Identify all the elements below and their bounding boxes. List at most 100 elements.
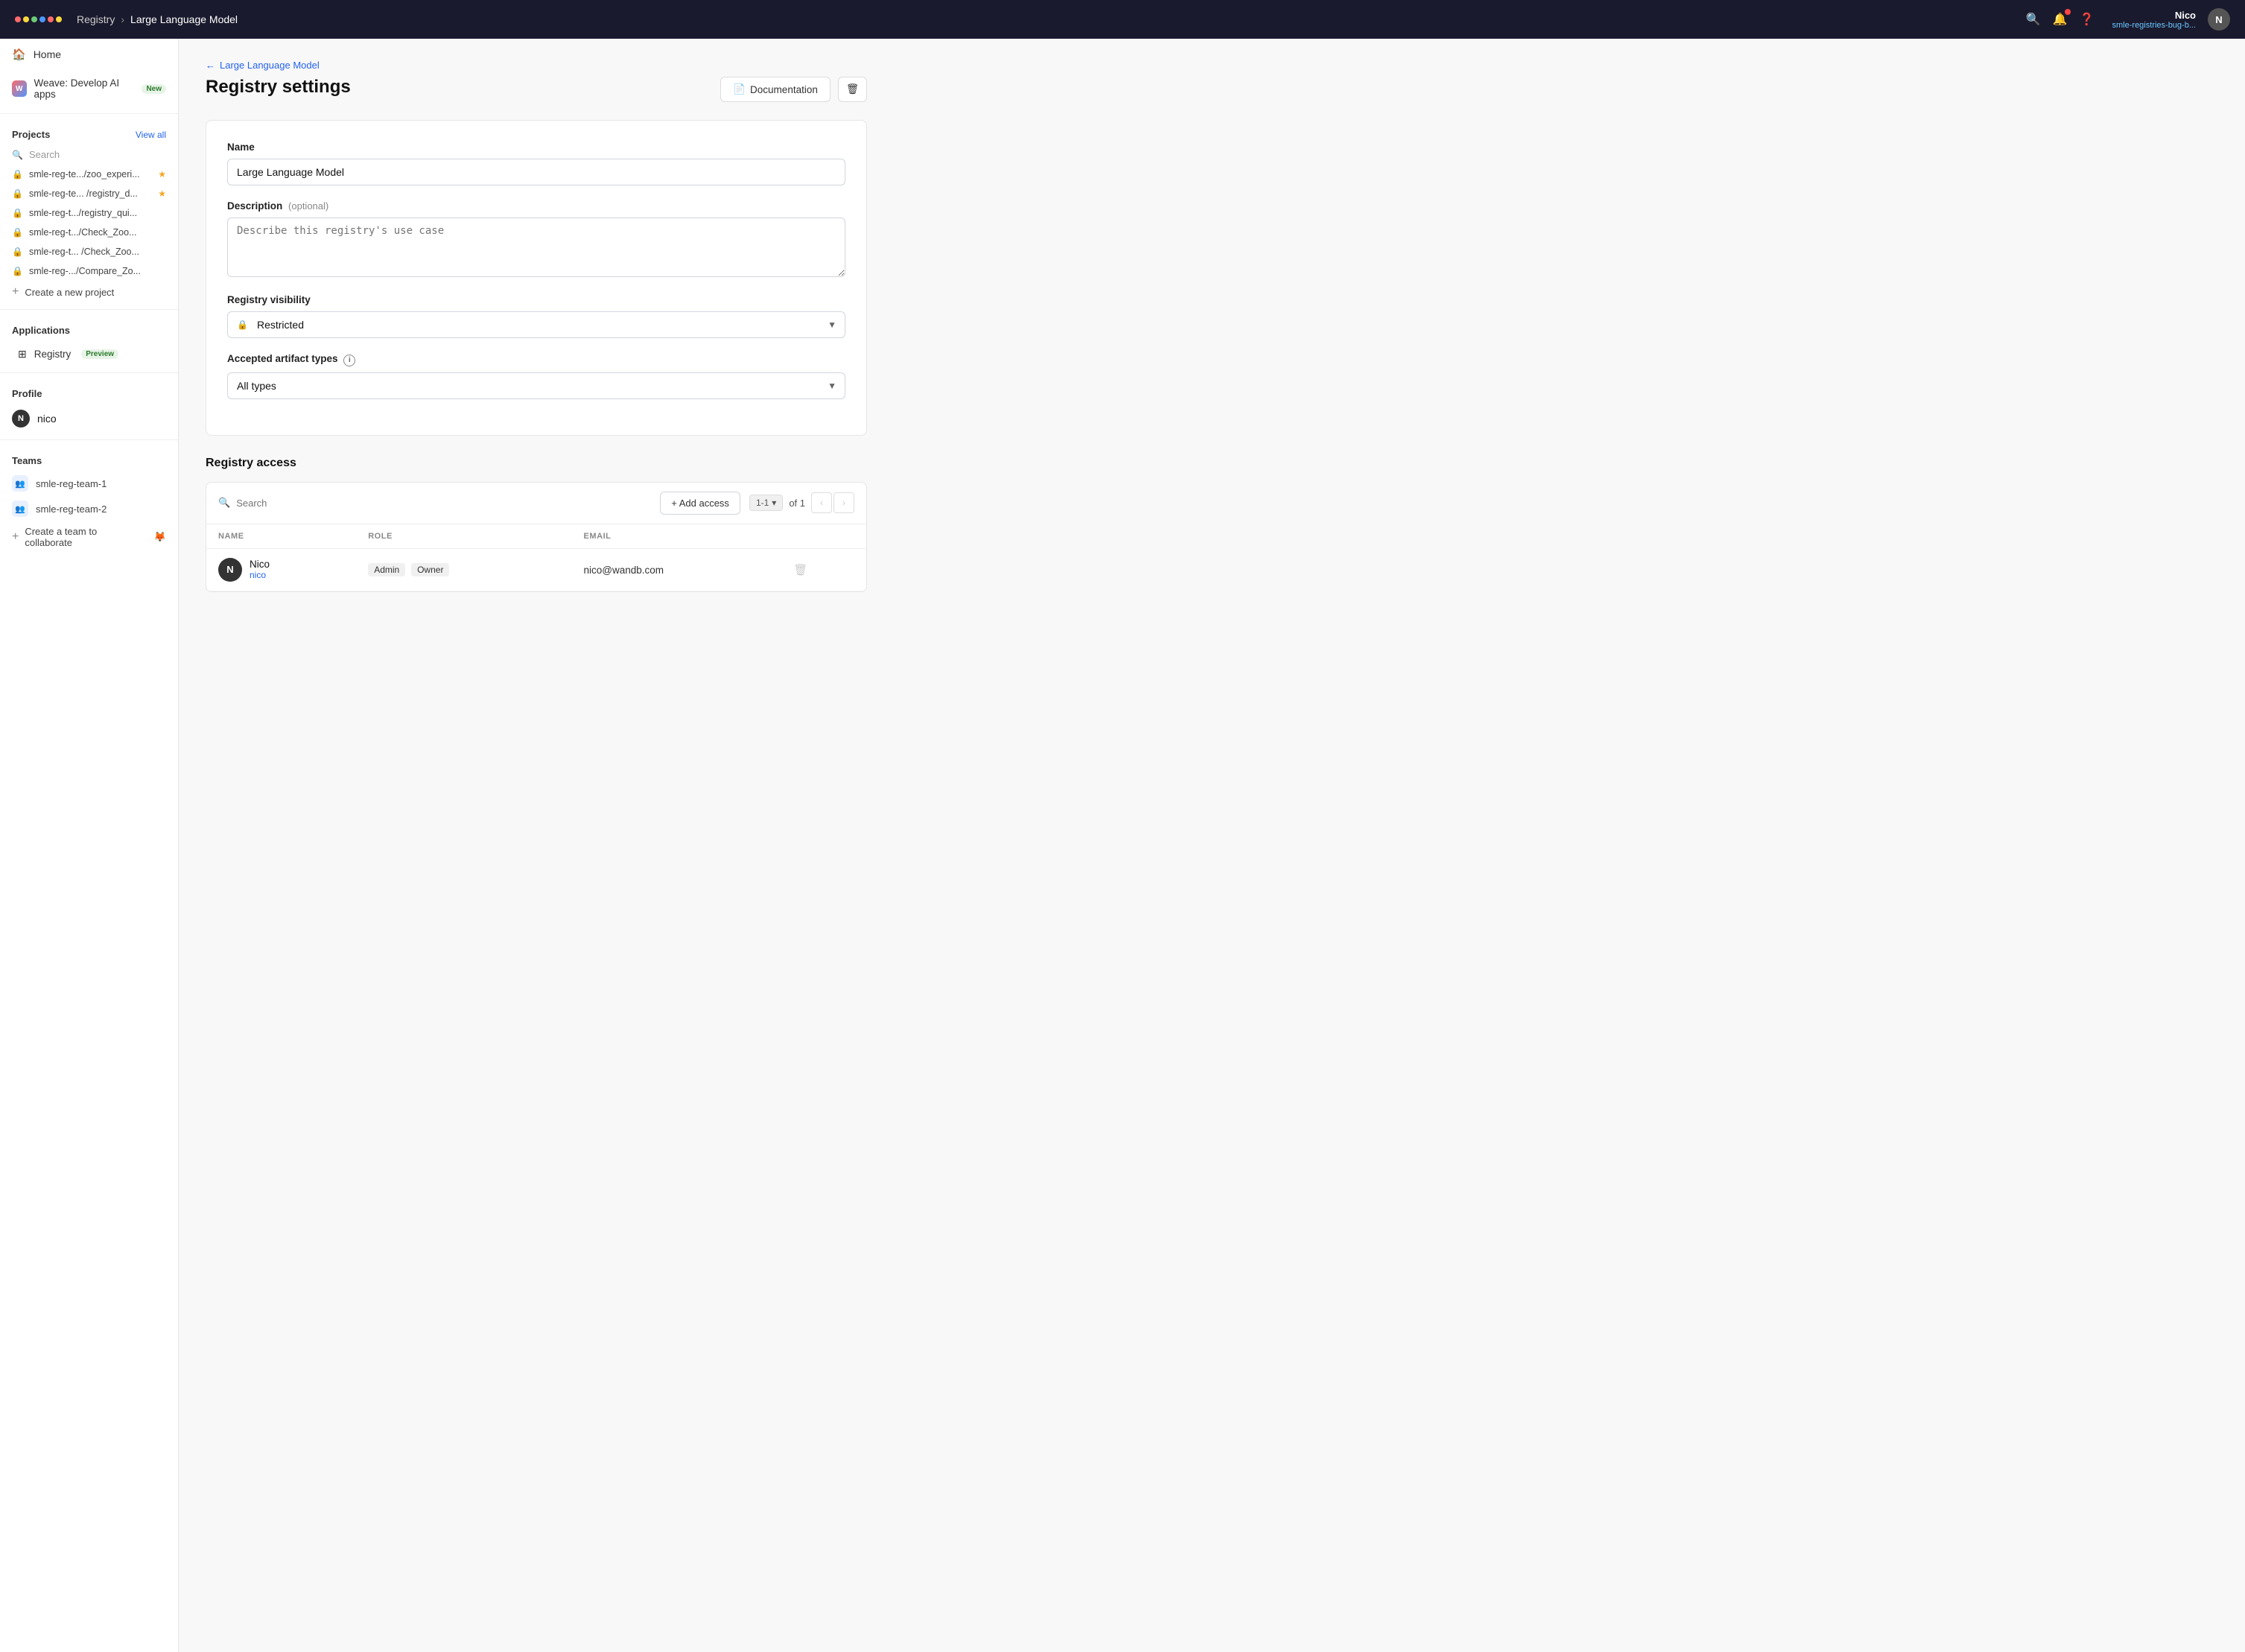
sidebar-item-registry[interactable]: ⊞ Registry Preview [6,342,172,366]
registry-badge: Preview [81,349,118,359]
table-row: N Nico nico Admin Owner [206,548,866,591]
team-name-1: smle-reg-team-1 [36,478,107,489]
breadcrumb-separator: › [121,13,124,25]
artifact-types-info-icon[interactable]: i [343,355,355,366]
delete-row-button[interactable]: 🗑 [790,560,810,579]
home-icon: 🏠 [12,48,26,61]
weave-badge: New [142,84,166,94]
create-plus-icon: + [12,285,19,299]
project-item-1[interactable]: 🔒 smle-reg-te.../zoo_experi... ★ [0,165,178,184]
project-name-6: smle-reg-.../Compare_Zo... [29,266,166,276]
col-header-name: NAME [206,524,356,549]
access-table: NAME ROLE EMAIL N Ni [206,524,866,591]
access-search-input[interactable] [236,498,651,509]
lock-icon-5: 🔒 [12,247,23,257]
project-item-6[interactable]: 🔒 smle-reg-.../Compare_Zo... [0,261,178,281]
project-name-5: smle-reg-t... /Check_Zoo... [29,247,166,257]
registry-icon: ⊞ [18,348,27,360]
weave-label: Weave: Develop AI apps [34,77,132,100]
user-avatar[interactable]: N [2208,8,2230,31]
documentation-button[interactable]: 📄 Documentation [720,77,831,102]
create-team-emoji: 🦊 [154,531,166,543]
project-name-3: smle-reg-t.../registry_qui... [29,208,166,218]
description-optional: (optional) [288,200,328,212]
topnav: Registry › Large Language Model 🔍 🔔 ❓ Ni… [0,0,2245,39]
pagination-prev-button[interactable]: ‹ [811,492,832,513]
user-handle[interactable]: nico [250,570,270,580]
projects-section-header: Projects View all [0,120,178,144]
search-projects-placeholder: Search [29,149,60,160]
access-card: 🔍 + Add access 1-1 ▾ of 1 ‹ [206,482,867,592]
role-badge-admin: Admin [368,563,405,576]
search-icon[interactable]: 🔍 [2026,12,2041,27]
actions-cell: 🗑 [778,548,866,591]
access-search-icon: 🔍 [218,497,230,509]
add-access-label: + Add access [671,498,729,509]
back-label: Large Language Model [220,60,320,71]
artifact-types-label: Accepted artifact types i [227,353,845,366]
project-item-2[interactable]: 🔒 smle-reg-te... /registry_d... ★ [0,184,178,203]
weave-icon: W [12,80,27,97]
profile-label: Profile [12,388,42,399]
back-arrow-icon: ← [206,60,215,71]
access-toolbar: 🔍 + Add access 1-1 ▾ of 1 ‹ [206,483,866,524]
sidebar-item-weave[interactable]: W Weave: Develop AI apps New [0,70,178,107]
description-label: Description (optional) [227,200,845,212]
visibility-label: Registry visibility [227,294,845,305]
user-info: Nico smle-registries-bug-b... [2112,10,2196,30]
name-label: Name [227,142,845,153]
pagination-nav: ‹ › [811,492,854,513]
projects-label: Projects [12,129,50,140]
artifact-types-select[interactable]: All types [227,372,845,399]
profile-user-item[interactable]: N nico [0,404,178,433]
page-header: Registry settings 📄 Documentation 🗑 [206,77,867,102]
team-item-1[interactable]: 👥 smle-reg-team-1 [0,471,178,496]
add-access-button[interactable]: + Add access [660,492,740,515]
visibility-field-group: Registry visibility 🔒 Restricted ▼ [227,294,845,338]
project-item-3[interactable]: 🔒 smle-reg-t.../registry_qui... [0,203,178,223]
lock-icon-4: 🔒 [12,227,23,238]
registry-label: Registry [34,349,72,360]
create-team-link[interactable]: + Create a team to collaborate 🦊 [0,521,178,553]
team-item-2[interactable]: 👥 smle-reg-team-2 [0,496,178,521]
lock-icon-1: 🔒 [12,169,23,180]
artifact-types-field-group: Accepted artifact types i All types ▼ [227,353,845,399]
name-input[interactable] [227,159,845,185]
create-project-link[interactable]: + Create a new project [0,281,178,303]
sidebar-item-home[interactable]: 🏠 Home [0,39,178,70]
topnav-icons: 🔍 🔔 ❓ Nico smle-registries-bug-b... N [2026,8,2230,31]
description-input[interactable] [227,217,845,277]
settings-card: Name Description (optional) Registry vis… [206,120,867,436]
pagination-range[interactable]: 1-1 ▾ [749,495,783,511]
pagination-next-button[interactable]: › [833,492,854,513]
name-field-group: Name [227,142,845,185]
project-item-5[interactable]: 🔒 smle-reg-t... /Check_Zoo... [0,242,178,261]
documentation-icon: 📄 [733,83,746,95]
create-team-plus-icon: + [12,530,19,544]
back-link[interactable]: ← Large Language Model [206,60,867,71]
search-projects[interactable]: 🔍 Search [0,144,178,165]
breadcrumb-parent[interactable]: Registry [77,13,115,25]
notification-dot [2065,9,2071,15]
project-name-1: smle-reg-te.../zoo_experi... [29,169,152,180]
visibility-select[interactable]: 🔒 Restricted [227,311,845,338]
page-title: Registry settings [206,77,351,98]
delete-button[interactable]: 🗑 [838,77,867,102]
team-icon-1: 👥 [12,475,28,492]
team-name-2: smle-reg-team-2 [36,503,107,515]
projects-view-all[interactable]: View all [136,130,166,140]
profile-avatar: N [12,410,30,428]
col-header-role: ROLE [356,524,571,549]
lock-icon-6: 🔒 [12,266,23,276]
app-layout: 🏠 Home W Weave: Develop AI apps New Proj… [0,39,2245,1652]
user-cell: N Nico nico [206,548,356,591]
sidebar: 🏠 Home W Weave: Develop AI apps New Proj… [0,39,179,1652]
breadcrumb-current: Large Language Model [130,13,238,25]
app-logo[interactable] [15,16,62,22]
profile-username: nico [37,413,57,425]
notifications-icon[interactable]: 🔔 [2053,12,2068,27]
main-content: ← Large Language Model Registry settings… [179,39,2245,1652]
project-item-4[interactable]: 🔒 smle-reg-t.../Check_Zoo... [0,223,178,242]
help-icon[interactable]: ❓ [2080,12,2095,27]
star-icon-2: ★ [158,188,166,199]
